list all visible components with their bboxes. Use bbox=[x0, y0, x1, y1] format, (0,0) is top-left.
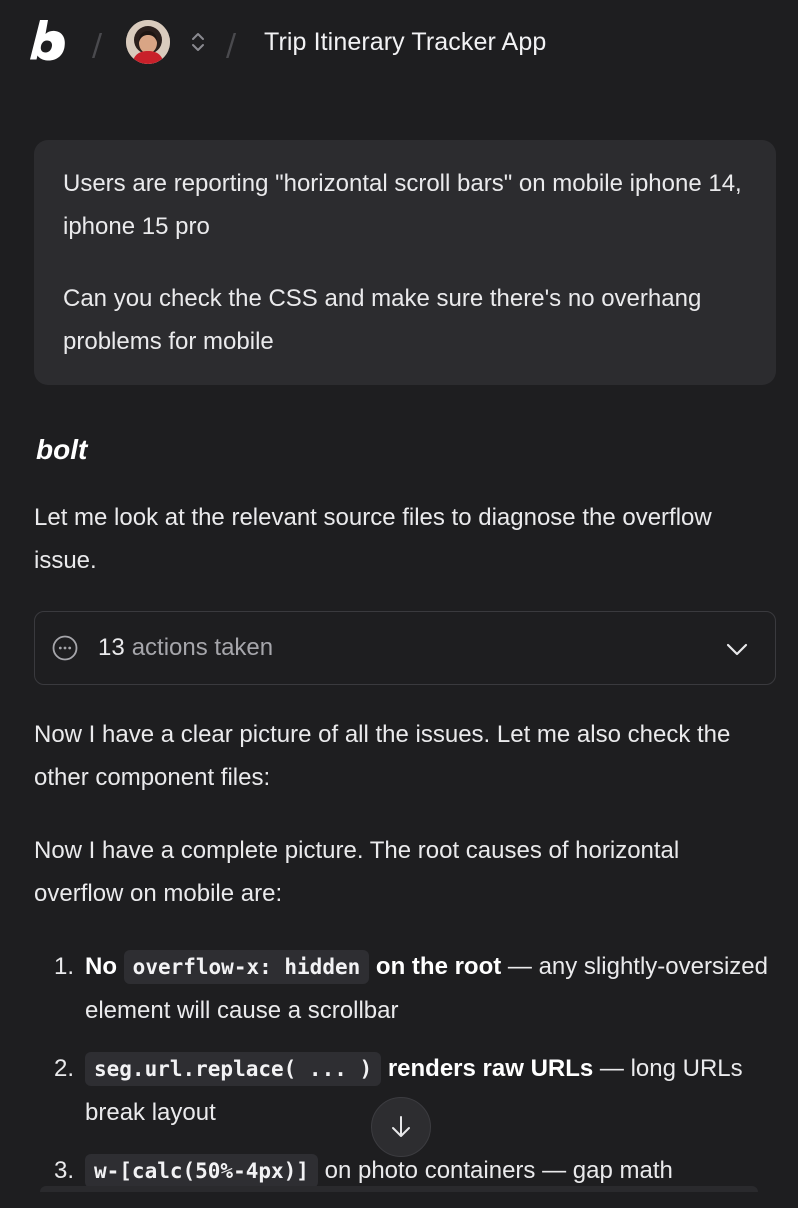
breadcrumb-separator: / bbox=[226, 28, 237, 63]
chevron-down-icon[interactable] bbox=[725, 639, 749, 659]
arrow-down-icon bbox=[392, 1116, 410, 1137]
actions-count: 13 bbox=[98, 634, 125, 661]
assistant-paragraph: Now I have a complete picture. The root … bbox=[34, 837, 680, 907]
list-number: 2. bbox=[54, 1055, 75, 1082]
inline-code: w-[calc(50%-4px)] bbox=[85, 1154, 318, 1188]
breadcrumb-separator: / bbox=[92, 28, 103, 63]
user-message-line: Can you check the CSS and make sure ther… bbox=[63, 285, 702, 355]
list-item: 1. No overflow-x: hidden on the root — a… bbox=[34, 945, 784, 1032]
input-panel-edge bbox=[40, 1186, 758, 1192]
assistant-intro: Let me look at the relevant source files… bbox=[34, 504, 712, 574]
issue-bold-text: No bbox=[85, 953, 117, 980]
avatar[interactable] bbox=[126, 20, 170, 64]
bolt-logo-icon[interactable] bbox=[30, 18, 68, 62]
issue-text: on photo containers — gap math bbox=[317, 1157, 673, 1184]
top-bar: / / Trip Itinerary Tracker App bbox=[0, 0, 798, 88]
assistant-paragraph: Now I have a clear picture of all the is… bbox=[34, 721, 731, 791]
ellipsis-circle-icon bbox=[52, 635, 78, 661]
svg-text:bolt: bolt bbox=[36, 434, 89, 465]
user-message: Users are reporting "horizontal scroll b… bbox=[34, 140, 776, 385]
actions-label: actions taken bbox=[131, 634, 274, 661]
assistant-name: bolt bbox=[36, 434, 89, 465]
actions-taken-toggle[interactable]: 13 actions taken bbox=[34, 611, 776, 685]
project-title[interactable]: Trip Itinerary Tracker App bbox=[264, 28, 546, 57]
chevron-up-down-icon[interactable] bbox=[188, 30, 208, 54]
issue-bold-text: renders raw URLs bbox=[387, 1055, 594, 1082]
scroll-to-bottom-button[interactable] bbox=[371, 1097, 431, 1157]
user-message-line: Users are reporting "horizontal scroll b… bbox=[63, 170, 742, 240]
issues-list: 1. No overflow-x: hidden on the root — a… bbox=[34, 945, 784, 1208]
list-number: 1. bbox=[54, 953, 75, 980]
inline-code: seg.url.replace( ... ) bbox=[85, 1052, 382, 1086]
issue-bold-text: on the root bbox=[375, 953, 502, 980]
inline-code: overflow-x: hidden bbox=[123, 950, 370, 984]
